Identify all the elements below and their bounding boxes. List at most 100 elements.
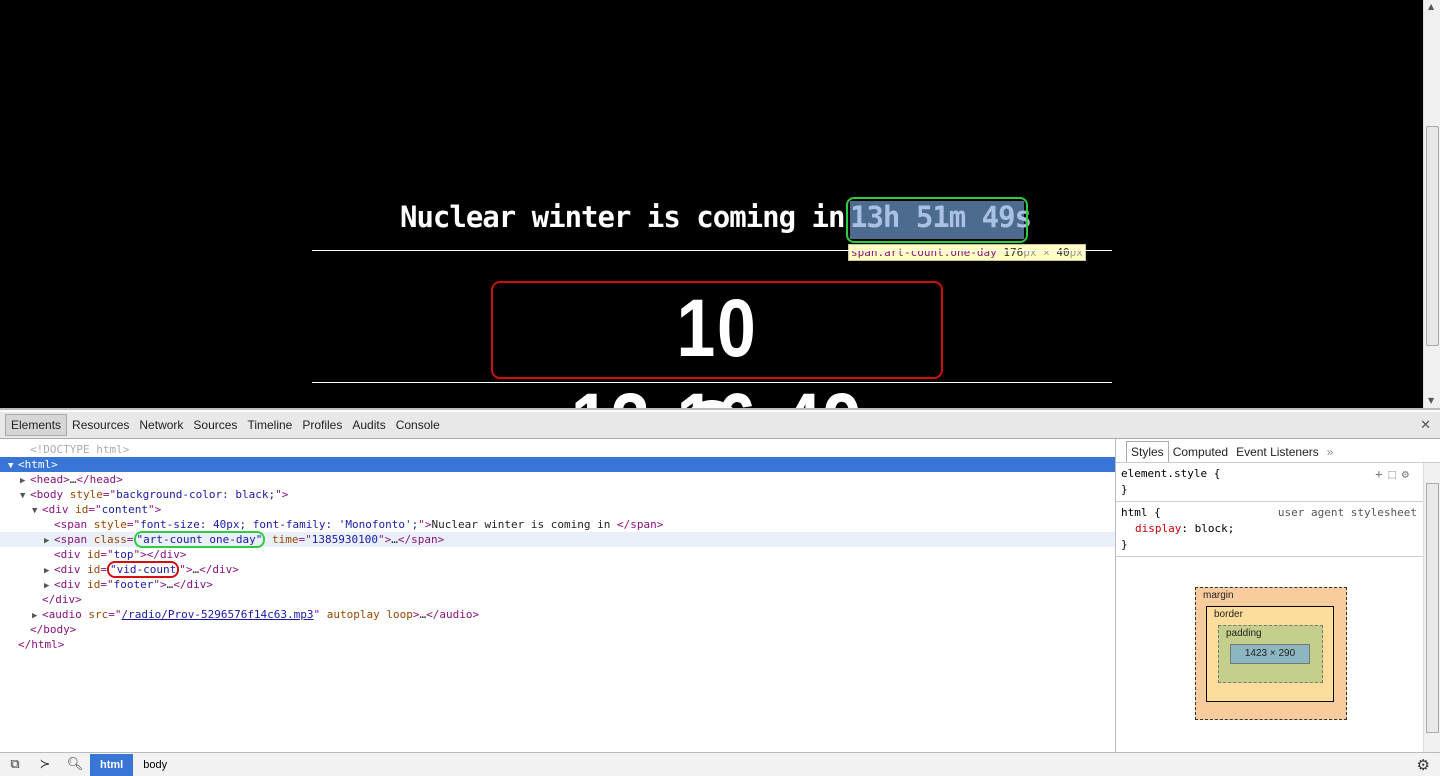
dom-token: =": [102, 488, 117, 501]
dom-token: =: [100, 563, 107, 576]
dom-token: footer: [113, 578, 154, 591]
gear-icon[interactable]: ⚙: [1402, 467, 1415, 481]
red-annotation-box: [491, 281, 943, 379]
more-tabs-icon[interactable]: »: [1323, 442, 1338, 462]
tab-resources[interactable]: Resources: [67, 415, 134, 435]
html-rule[interactable]: html { user agent stylesheet display: bl…: [1116, 502, 1423, 557]
dom-token: =": [88, 503, 102, 516]
dom-token: >: [412, 608, 420, 621]
dom-node-line[interactable]: </html>: [0, 637, 1115, 652]
dom-node-line[interactable]: ▼ <div id="content">: [0, 502, 1115, 517]
dom-node-line[interactable]: ▶ <head>…</head>: [0, 472, 1115, 487]
divider-top: [312, 250, 1112, 251]
devtools-bottom-bar: ⧉ ≻ 🔍︎ html body ⚙: [0, 752, 1440, 776]
css-property[interactable]: display: [1121, 522, 1181, 535]
dom-token: </div>: [199, 563, 239, 576]
dom-node-line[interactable]: ▼ <body style="background-color: black;">: [0, 487, 1115, 502]
dom-token: <!DOCTYPE html>: [30, 443, 130, 456]
tab-computed[interactable]: Computed: [1169, 442, 1232, 462]
search-icon[interactable]: 🔍︎: [60, 757, 90, 772]
dom-token: time: [265, 533, 299, 546]
dom-node-line[interactable]: </div>: [0, 592, 1115, 607]
dom-token: <span: [54, 518, 94, 531]
tab-profiles[interactable]: Profiles: [297, 415, 347, 435]
dom-token: "></div>: [133, 548, 187, 561]
tab-audits[interactable]: Audits: [347, 415, 390, 435]
sidebar-scrollbar[interactable]: [1423, 463, 1440, 752]
close-icon[interactable]: ✕: [1420, 418, 1431, 433]
console-drawer-icon[interactable]: ≻: [30, 757, 60, 772]
tooltip-selector: span.art-count.one-day: [851, 246, 997, 259]
dom-token: autoplay loop: [326, 608, 413, 621]
dom-token[interactable]: /radio/Prov-5296576f14c63.mp3: [121, 608, 313, 621]
tab-timeline[interactable]: Timeline: [242, 415, 297, 435]
dom-token: =": [100, 578, 114, 591]
element-style-selector: element.style {: [1121, 467, 1221, 480]
tooltip-height: 40: [1056, 246, 1070, 259]
dom-token: font-size: 40px; font-family: 'Monofonto…: [140, 518, 419, 531]
add-rule-icon[interactable]: +: [1375, 467, 1388, 481]
dom-token: ">: [275, 488, 289, 501]
dom-node-line[interactable]: <span style="font-size: 40px; font-famil…: [0, 517, 1115, 532]
dom-token: top: [113, 548, 134, 561]
devtools-tabbar: Elements Resources Network Sources Timel…: [0, 412, 1440, 439]
settings-gear-icon[interactable]: ⚙: [1417, 756, 1430, 774]
dom-node-line[interactable]: ▶ <span class= "art-count one-day" time="1…: [0, 531, 1115, 548]
inspect-tooltip: span.art-count.one-day 176px × 40px: [848, 244, 1086, 261]
dom-node-line[interactable]: ▶ <div id="footer">…</div>: [0, 577, 1115, 592]
breadcrumb-html[interactable]: html: [90, 753, 134, 776]
element-style-rule[interactable]: element.style { } +⬚⚙: [1116, 463, 1423, 502]
dom-token: </div>: [42, 593, 82, 606]
dom-token: <div: [54, 578, 88, 591]
expand-triangle-icon[interactable]: ▼: [8, 459, 18, 474]
dom-token: =": [126, 518, 141, 531]
dom-node-line[interactable]: ▶ <div id= "vid-count ">…</div>: [0, 561, 1115, 578]
devtools-panel: Elements Resources Network Sources Timel…: [0, 408, 1440, 776]
headline-text: Nuclear winter is coming in: [400, 200, 845, 234]
tooltip-width: 176: [1003, 246, 1024, 259]
brace: }: [1121, 483, 1128, 496]
dom-tree: <!DOCTYPE html> ▼ <html> ▶ <head>…</head> ▼ <b…: [0, 439, 1115, 752]
tab-console[interactable]: Console: [391, 415, 445, 435]
dom-node-line[interactable]: </body>: [0, 622, 1115, 637]
dom-node-line[interactable]: ▼ <html>: [0, 457, 1115, 472]
dom-token: =: [126, 533, 134, 546]
tooltip-times: ×: [1036, 246, 1057, 259]
tab-network[interactable]: Network: [134, 415, 188, 435]
expand-triangle-icon[interactable]: ▼: [20, 489, 30, 504]
rule-source: user agent stylesheet: [1277, 506, 1417, 519]
dom-token: Nuclear winter is coming in: [431, 518, 617, 531]
green-annotation-circle: [846, 197, 1028, 243]
element-state-icon[interactable]: ⬚: [1389, 467, 1402, 481]
tab-styles[interactable]: Styles: [1126, 441, 1169, 462]
dom-token: ">: [153, 578, 167, 591]
dom-token: …: [391, 533, 398, 546]
margin-label: margin: [1203, 590, 1234, 601]
expand-triangle-icon[interactable]: ▼: [32, 504, 42, 519]
dom-node-line[interactable]: <div id="top"></div>: [0, 547, 1115, 562]
dom-token: </span>: [397, 533, 445, 546]
dom-node-line[interactable]: ▶ <audio src="/radio/Prov-5296576f14c63.m…: [0, 607, 1115, 622]
dock-icon[interactable]: ⧉: [0, 757, 30, 772]
dom-node-line[interactable]: <!DOCTYPE html>: [0, 442, 1115, 457]
dom-token: </div>: [173, 578, 213, 591]
scrollbar-thumb[interactable]: [1426, 126, 1439, 346]
dom-token: "art-count one-day": [133, 531, 266, 548]
dom-token: ">: [418, 518, 432, 531]
breadcrumb-body[interactable]: body: [133, 754, 177, 776]
tooltip-unit: px: [1023, 246, 1037, 259]
dom-token: </audio>: [426, 608, 480, 621]
tab-elements[interactable]: Elements: [5, 414, 68, 436]
dom-token: =": [108, 608, 122, 621]
dom-token: <audio: [42, 608, 89, 621]
tab-sources[interactable]: Sources: [188, 415, 242, 435]
padding-label: padding: [1226, 628, 1262, 639]
web-page-viewport: Nuclear winter is coming in 13h 51m 49s …: [0, 0, 1423, 408]
dom-token: 1385930100: [311, 533, 378, 546]
dom-token: background-color: black;: [116, 488, 276, 501]
css-value[interactable]: : block;: [1181, 522, 1234, 535]
page-scrollbar[interactable]: ▲ ▼: [1423, 0, 1440, 408]
tab-event-listeners[interactable]: Event Listeners: [1232, 442, 1323, 462]
dom-token: <div: [42, 503, 76, 516]
dom-token: ": [313, 608, 327, 621]
